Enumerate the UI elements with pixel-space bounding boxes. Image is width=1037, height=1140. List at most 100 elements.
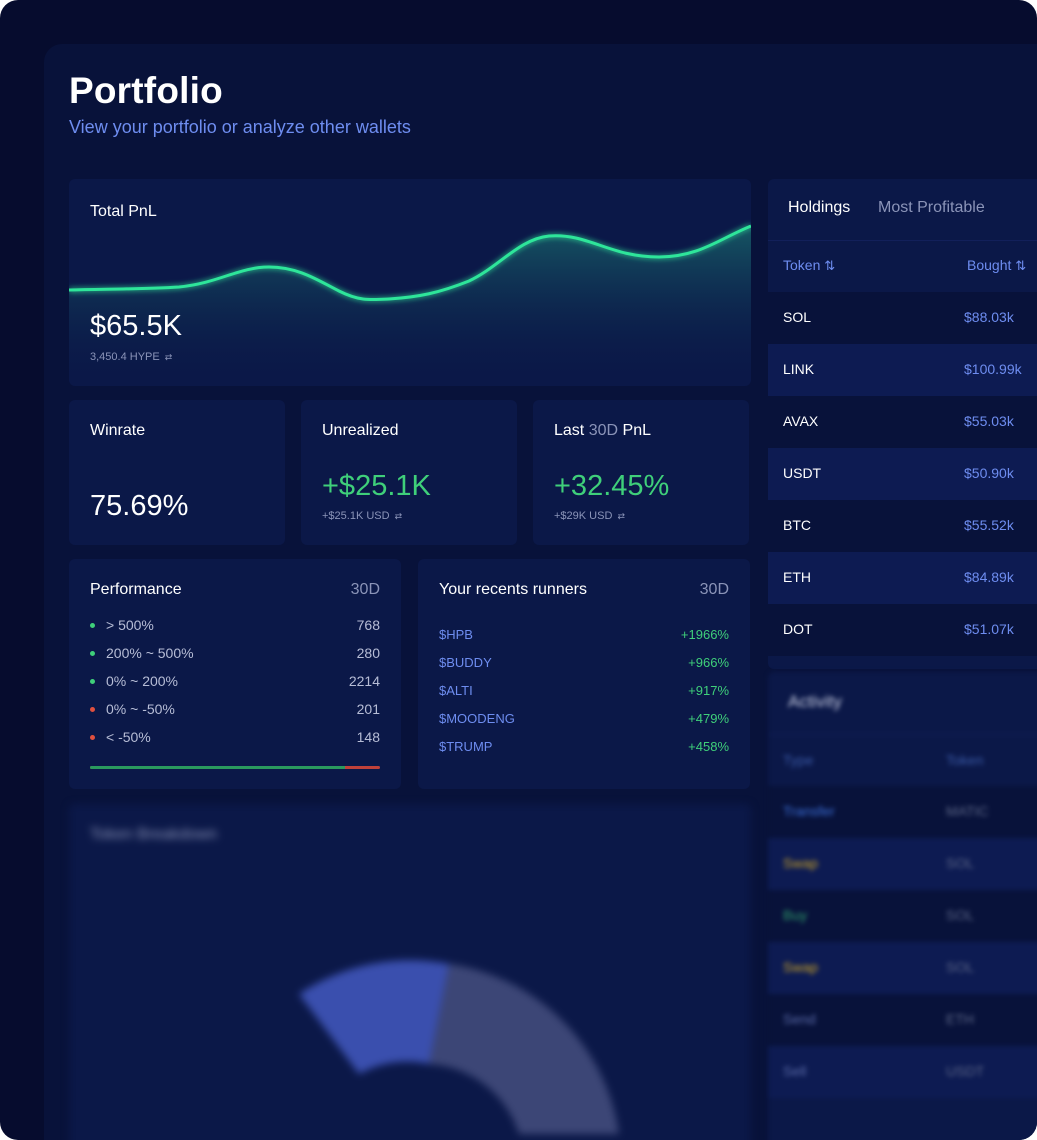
portfolio-page: Portfolio View your portfolio or analyze… — [44, 44, 1037, 1140]
activity-token: SOL — [946, 907, 975, 923]
holdings-row[interactable]: AVAX $55.03k — [768, 396, 1037, 448]
activity-row[interactable]: Swap SOL — [768, 942, 1037, 994]
unrealized-sub: +$25.1K USD ⇄ — [322, 510, 402, 522]
performance-bar-win — [90, 766, 346, 769]
swap-icon[interactable]: ⇄ — [395, 511, 403, 521]
performance-row: 0% ~ 200% 2214 — [90, 673, 380, 693]
holding-bought: $51.07k — [964, 621, 1014, 637]
activity-header-divider — [768, 734, 1037, 735]
activity-token: SOL — [946, 959, 975, 975]
tab-holdings[interactable]: Holdings — [788, 199, 850, 217]
total-pnl-label: Total PnL — [90, 203, 157, 220]
holdings-row[interactable]: LINK $100.99k — [768, 344, 1037, 396]
holding-token: ETH — [783, 569, 811, 585]
last-pnl-label: Last 30D PnL — [554, 422, 651, 440]
performance-period[interactable]: 30D — [351, 581, 380, 599]
activity-type: Swap — [783, 855, 819, 871]
holding-token: SOL — [783, 309, 812, 325]
window-frame: Portfolio View your portfolio or analyze… — [0, 0, 1037, 1140]
activity-token: SOL — [946, 855, 975, 871]
holdings-row[interactable]: ETH $84.89k — [768, 552, 1037, 604]
holding-token: LINK — [783, 361, 815, 377]
performance-bar — [90, 766, 380, 769]
activity-token: USDT — [946, 1063, 985, 1079]
runner-row[interactable]: $ALTI +917% — [439, 683, 729, 703]
holdings-row[interactable]: SOL $88.03k — [768, 292, 1037, 344]
holdings-row[interactable]: DOT $51.07k — [768, 604, 1037, 656]
runner-token[interactable]: $BUDDY — [439, 655, 492, 670]
performance-range: 200% ~ 500% — [106, 645, 194, 661]
page-title: Portfolio — [69, 70, 223, 111]
performance-range: > 500% — [106, 617, 154, 633]
runner-row[interactable]: $BUDDY +966% — [439, 655, 729, 675]
unrealized-value: +$25.1K — [322, 470, 431, 502]
activity-title: Activity — [788, 692, 842, 711]
holding-bought: $88.03k — [964, 309, 1014, 325]
holdings-row[interactable]: USDT $50.90k — [768, 448, 1037, 500]
runner-token[interactable]: $ALTI — [439, 683, 473, 698]
runners-card: Your recents runners 30D $HPB +1966% $BUDD… — [418, 559, 750, 789]
runner-row[interactable]: $HPB +1966% — [439, 627, 729, 647]
token-breakdown-card: Token Breakdown — [69, 804, 751, 1140]
performance-row: > 500% 768 — [90, 617, 380, 637]
performance-label: Performance — [90, 581, 182, 598]
holding-bought: $84.89k — [964, 569, 1014, 585]
activity-row[interactable]: Send ETH — [768, 994, 1037, 1046]
holdings-panel: Holdings Most Profitable Token ⇅ Bought … — [768, 179, 1037, 669]
performance-count: 768 — [356, 617, 380, 633]
swap-icon[interactable]: ⇄ — [165, 352, 173, 362]
status-dot — [90, 651, 95, 656]
column-bought-label: Bought — [967, 257, 1012, 273]
status-dot — [90, 707, 95, 712]
runner-gain: +966% — [688, 655, 729, 670]
activity-column-type[interactable]: Type — [783, 752, 813, 768]
performance-count: 201 — [356, 701, 380, 717]
token-breakdown-donut — [299, 960, 619, 1134]
unrealized-card: Unrealized +$25.1K +$25.1K USD ⇄ — [301, 400, 517, 545]
total-pnl-sub-text: 3,450.4 HYPE — [90, 351, 160, 363]
runner-token[interactable]: $MOODENG — [439, 711, 515, 726]
status-dot — [90, 679, 95, 684]
swap-icon[interactable]: ⇄ — [617, 511, 625, 521]
tab-most-profitable[interactable]: Most Profitable — [878, 199, 985, 217]
runners-period[interactable]: 30D — [700, 581, 729, 599]
runner-gain: +1966% — [680, 627, 729, 642]
sort-icon[interactable]: ⇅ — [1015, 258, 1026, 273]
holding-bought: $55.03k — [964, 413, 1014, 429]
activity-column-token[interactable]: Token — [946, 752, 983, 768]
activity-type: Swap — [783, 959, 819, 975]
performance-range: < -50% — [106, 729, 151, 745]
performance-row: < -50% 148 — [90, 729, 380, 749]
status-dot — [90, 735, 95, 740]
total-pnl-value: $65.5K — [90, 310, 182, 342]
last-pnl-period: 30D — [588, 422, 619, 439]
runner-row[interactable]: $MOODENG +479% — [439, 711, 729, 731]
runner-token[interactable]: $HPB — [439, 627, 473, 642]
activity-token: MATIC — [946, 803, 989, 819]
column-token-label: Token — [783, 257, 821, 273]
activity-row[interactable]: Swap SOL — [768, 838, 1037, 890]
runner-row[interactable]: $TRUMP +458% — [439, 739, 729, 759]
winrate-card: Winrate 75.69% — [69, 400, 285, 545]
winrate-value: 75.69% — [90, 490, 189, 522]
activity-panel: Activity Type Token Transfer MATIC Swap SOL… — [768, 672, 1037, 1140]
column-token[interactable]: Token ⇅ — [783, 257, 835, 274]
donut-slice-secondary — [429, 964, 619, 1134]
performance-count: 2214 — [348, 673, 380, 689]
activity-row[interactable]: Transfer MATIC — [768, 786, 1037, 838]
sort-icon[interactable]: ⇅ — [824, 258, 835, 273]
unrealized-label: Unrealized — [322, 422, 399, 439]
last-pnl-card: Last 30D PnL +32.45% +$29K USD ⇄ — [533, 400, 749, 545]
activity-row[interactable]: Buy SOL — [768, 890, 1037, 942]
runner-token[interactable]: $TRUMP — [439, 739, 492, 754]
total-pnl-card[interactable]: Total PnL $65.5K 3,450.4 HYPE ⇄ — [69, 179, 751, 386]
page-subtitle: View your portfolio or analyze other wal… — [69, 117, 411, 137]
winrate-label: Winrate — [90, 422, 146, 439]
performance-count: 148 — [356, 729, 380, 745]
holdings-row[interactable]: BTC $55.52k — [768, 500, 1037, 552]
holding-token: DOT — [783, 621, 813, 637]
holding-token: USDT — [783, 465, 822, 481]
column-bought[interactable]: Bought ⇅ — [967, 257, 1026, 274]
activity-token: ETH — [946, 1011, 974, 1027]
activity-row[interactable]: Sell USDT — [768, 1046, 1037, 1098]
